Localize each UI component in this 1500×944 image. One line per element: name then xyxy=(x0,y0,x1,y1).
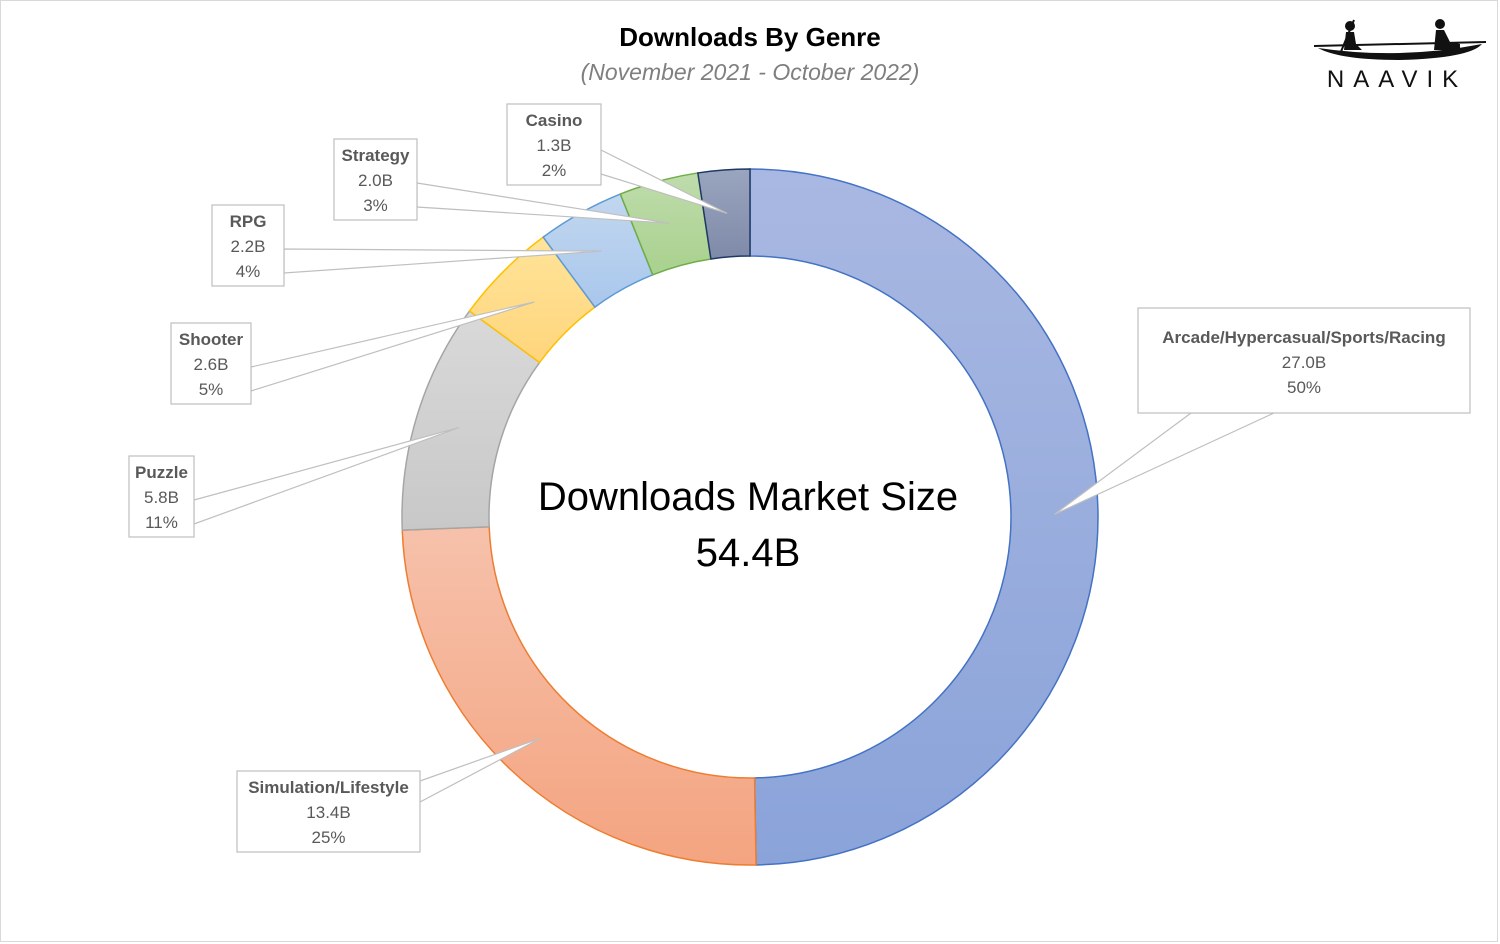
center-label: Downloads Market Size xyxy=(538,475,958,519)
center-value: 54.4B xyxy=(696,531,801,575)
data-label-name: Shooter xyxy=(179,330,244,349)
data-label-percent: 4% xyxy=(236,262,261,281)
data-label-percent: 11% xyxy=(145,513,178,532)
data-label-value: 27.0B xyxy=(1282,353,1326,372)
data-label-name: Puzzle xyxy=(135,463,188,482)
data-label-percent: 3% xyxy=(363,196,388,215)
data-label-percent: 2% xyxy=(542,161,567,180)
data-label-value: 2.0B xyxy=(358,171,393,190)
donut-chart: Arcade/Hypercasual/Sports/Racing 27.0B 50%… xyxy=(128,103,1471,866)
data-label-name: Casino xyxy=(526,111,583,130)
data-label-name: Strategy xyxy=(341,146,410,165)
data-label-value: 2.6B xyxy=(194,355,229,374)
data-label-value: 1.3B xyxy=(537,136,572,155)
data-label-name: Simulation/Lifestyle xyxy=(248,778,409,797)
data-label-name: RPG xyxy=(230,212,267,231)
slice-simulation-lifestyle xyxy=(401,526,757,866)
data-label-value: 2.2B xyxy=(231,237,266,256)
data-label-percent: 50% xyxy=(1287,378,1321,397)
data-label-name: Arcade/Hypercasual/Sports/Racing xyxy=(1162,328,1445,347)
data-label-percent: 5% xyxy=(199,380,224,399)
data-label-value: 13.4B xyxy=(306,803,350,822)
data-label-value: 5.8B xyxy=(144,488,179,507)
data-label-percent: 25% xyxy=(311,828,345,847)
